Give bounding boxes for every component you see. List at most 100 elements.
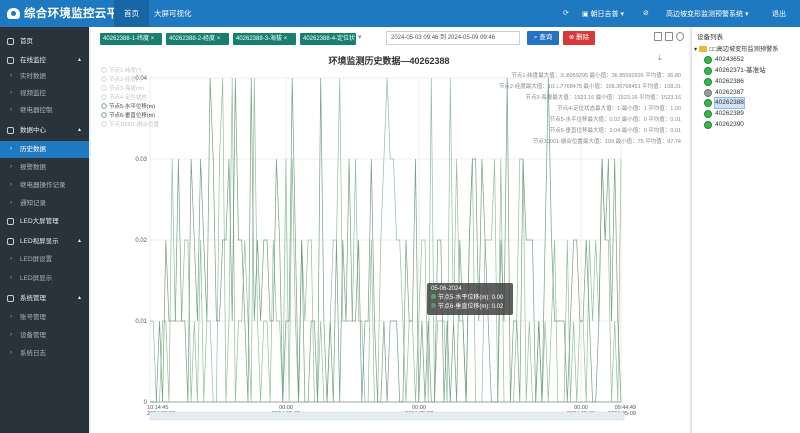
device-id: 40262371-基准站 [715,67,766,74]
device-item[interactable]: 40262390 [704,120,744,130]
sidebar-item[interactable]: › 系统日志 [0,345,89,362]
sidebar-item-label: LED屏显示 [20,275,53,282]
legend-item: 节点10001-融合位置 [109,120,160,128]
sidebar-item[interactable]: LED大屏管理 [0,213,89,230]
stats-line: 节点6-垂直位移最大值：0.04 最小值：0 平均值：0.01 [550,126,681,134]
chevron-right-icon: › [10,314,12,320]
sidebar-item[interactable]: › 实时数据 [0,68,89,85]
chevron-right-icon: › [10,164,12,170]
device-item[interactable]: 40262371-基准站 [704,66,766,76]
device-tree-root[interactable]: ▾ □□高边坡变形监测预警系 [694,44,778,53]
zoom-slider [149,411,625,421]
device-id: 40262386 [715,78,744,85]
remove-tag-icon[interactable]: × [355,36,356,42]
sidebar-item-label: 数据中心 [20,127,46,134]
remove-tag-icon[interactable]: × [215,36,221,42]
device-item[interactable]: 40262389 [704,109,744,119]
settings-icon[interactable] [676,32,684,41]
table-view-icon[interactable] [654,32,662,41]
sidebar-item-label: 视频监控 [20,90,46,97]
sidebar-item[interactable]: › 视频监控 [0,85,89,102]
logout-link[interactable]: 退出 [772,9,786,19]
device-item[interactable]: 40262387 [704,88,744,98]
device-item[interactable]: 40243652 [704,55,744,65]
selected-tag[interactable]: 40262388-4-定位状 × [300,33,356,45]
menu-icon [7,238,14,245]
menu-icon [7,218,14,225]
chevron-icon: ▴ [77,238,81,244]
chevron-right-icon: › [10,275,12,281]
menu-icon [7,127,14,134]
sidebar-item-label: LED大屏管理 [20,218,59,225]
chevron-icon: ▴ [77,295,81,301]
sidebar-item[interactable]: › 通知记录 [0,195,89,212]
sidebar-item-label: LED屏设置 [20,256,53,263]
tooltip-row: 节点5-水平位移(m): 0.00 [431,294,509,303]
nav-big-screen[interactable]: 大屏可视化 [144,0,202,27]
remove-tag-icon[interactable]: × [149,36,155,42]
device-panel-title: 设备列表 [697,34,723,41]
sidebar-item[interactable]: › 历史数据 [0,141,89,158]
org-name: 朝日吉普 [590,11,619,18]
sidebar-item[interactable]: › 继电器控制 [0,102,89,119]
chart-tooltip: 05-06-2024 节点5-水平位移(m): 0.00 节点6-垂直位移(m)… [427,283,513,315]
sidebar-item[interactable]: › LED屏设置 [0,251,89,268]
device-id: 40243652 [715,56,744,63]
selected-tag[interactable]: 40262388-2-经度 × [166,33,229,45]
chevron-icon: ▴ [77,127,81,133]
system-name: 高边坡变形监测预警系统 [666,11,743,18]
sidebar-item[interactable]: ▴ 在线监控 [0,52,89,69]
sidebar: 首页 ▴ 在线监控 › 实时数据 › 视频监控 › 继电器控制 ▴ 数据中心 › 历史数据 › 报警数据 › 继… [0,27,89,433]
legend-marker [101,103,107,109]
remove-tag-icon[interactable]: × [282,36,288,42]
device-item[interactable]: 40262386 [704,77,744,87]
status-dot-icon [704,56,712,64]
top-bar: 综合环境监控云平台 首页 大屏可视化 ⟳ ▣ 朝日吉普 ▾ ⊘ 高边坡变形监测预… [0,0,800,27]
system-selector[interactable]: 高边坡变形监测预警系统 ▾ [666,9,748,19]
query-button[interactable]: ⌕ 查询 [527,31,559,45]
sidebar-item[interactable]: ▴ LED视屏显示 [0,233,89,250]
stats-line: 节点10001-融合位置最大值：100 最小值：75 平均值：97.74 [533,137,681,145]
sidebar-item[interactable]: 首页 [0,33,89,50]
folder-icon [699,46,708,52]
y-tick-label: 0.03 [135,157,147,163]
bell-off-icon[interactable]: ⊘ [643,9,649,17]
selected-tag[interactable]: 40262388-1-纬度 × [100,33,162,45]
status-dot-icon [704,99,712,107]
stats-line: 节点2-经度最大值：10□□7768475 最小值：108.30768451 平… [499,82,681,90]
status-dot-icon [704,121,712,129]
sidebar-item-label: 系统日志 [20,350,46,357]
sidebar-item-label: 继电器控制 [20,107,53,114]
sidebar-item-label: 历史数据 [20,146,46,153]
device-item[interactable]: 40262388 [704,97,745,109]
chart-title: 环境监测历史数据—40262388 [328,55,449,66]
menu-icon [7,295,14,302]
y-tick-label: 0.02 [135,238,147,244]
chart-view-icon[interactable] [665,32,673,41]
delete-button[interactable]: ⊗ 删除 [563,31,595,45]
sidebar-item-label: 继电器操作记录 [20,182,66,189]
device-id: 40262390 [715,121,744,128]
sidebar-item-label: 通知记录 [20,200,46,207]
sidebar-item[interactable]: › 继电器操作记录 [0,177,89,194]
stats-line: 节点3-海拔最大值：1523.16 最小值：1523.16 平均值：1523.1… [525,93,681,101]
tag-label: 40262388-3-海拔 [236,36,283,42]
chevron-down-icon[interactable]: ▾ [358,33,362,41]
sidebar-item[interactable]: › 账号管理 [0,309,89,326]
chevron-right-icon: › [10,73,12,79]
y-tick-label: 0.01 [135,319,147,325]
chevron-icon: ▴ [77,57,81,63]
date-range-input[interactable]: 2024-05-03 09:46 到 2024-05-09 09:46 [386,31,520,45]
tooltip-row: 节点6-垂直位移(m): 0.02 [431,303,509,312]
org-selector[interactable]: ▣ 朝日吉普 ▾ [582,9,624,19]
sidebar-item-label: LED视屏显示 [20,238,59,245]
sidebar-item[interactable]: › LED屏显示 [0,270,89,287]
selected-tag[interactable]: 40262388-3-海拔 × [233,33,296,45]
chevron-right-icon: › [10,332,12,338]
refresh-icon[interactable]: ⟳ [563,9,569,17]
sidebar-item[interactable]: › 设备管理 [0,327,89,344]
sidebar-item[interactable]: ▴ 系统管理 [0,290,89,307]
sidebar-item[interactable]: › 报警数据 [0,159,89,176]
sidebar-item[interactable]: ▴ 数据中心 [0,122,89,139]
tree-root-label: □□高边坡变形监测预警系 [709,46,779,53]
